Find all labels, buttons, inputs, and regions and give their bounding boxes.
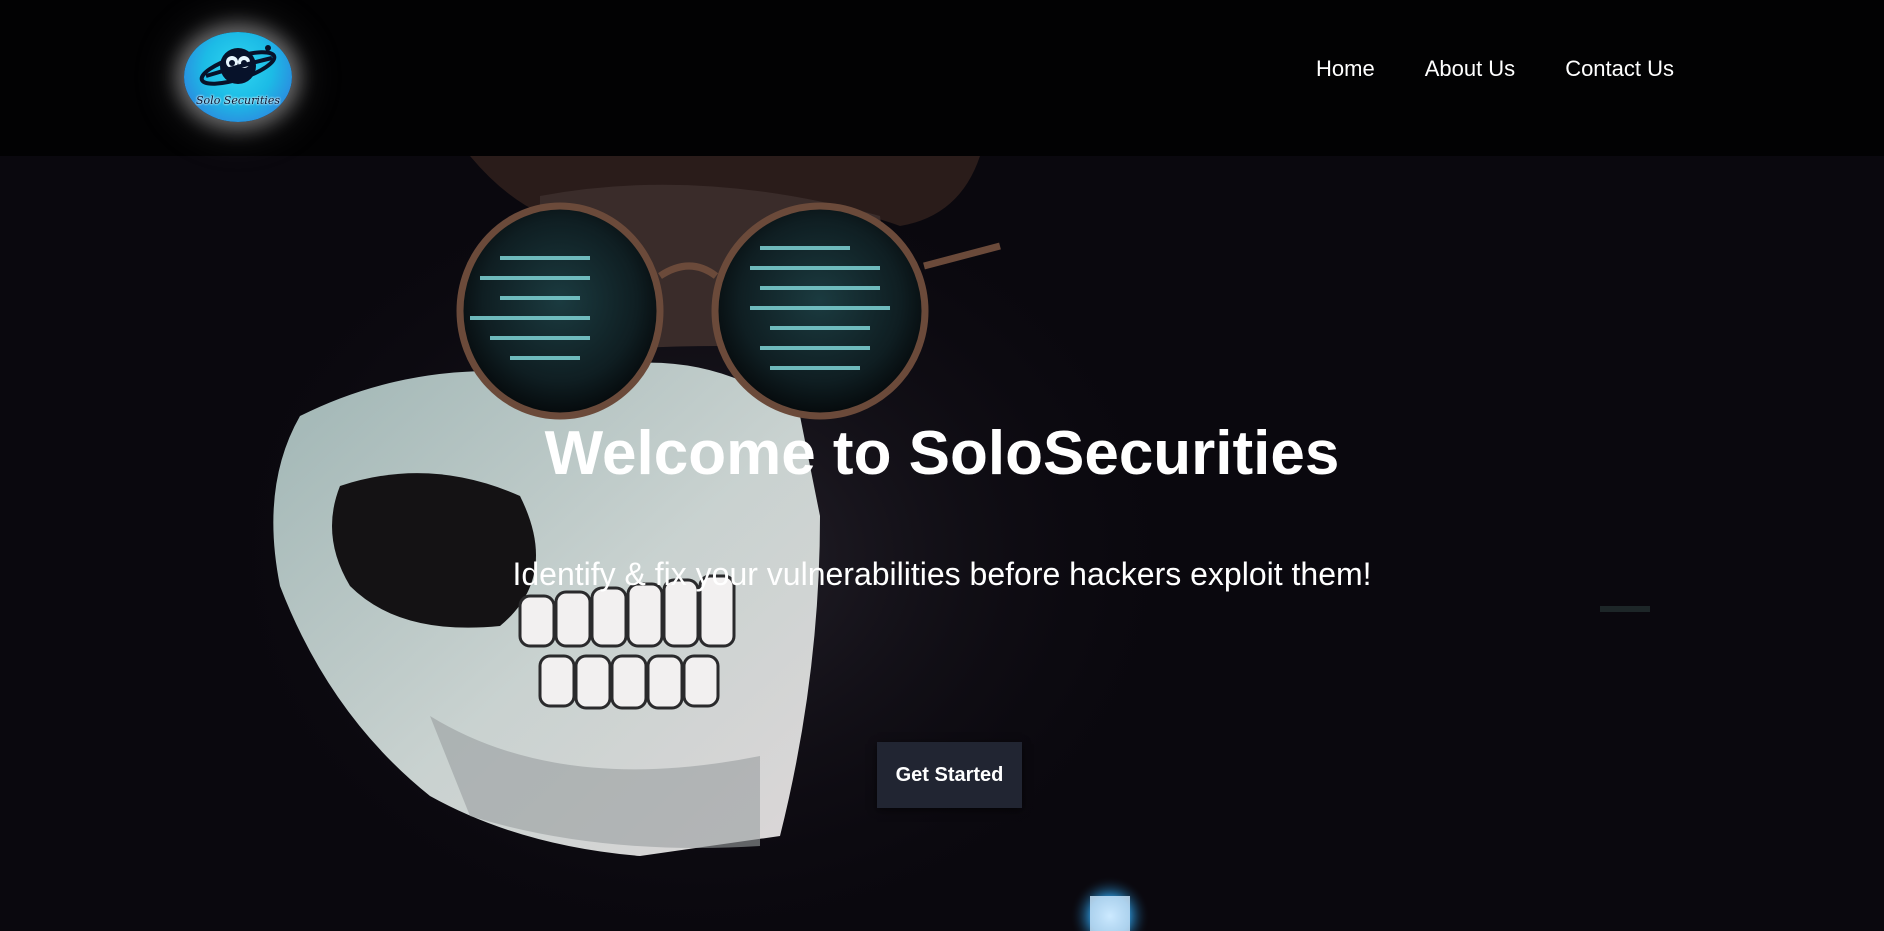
main-nav: Home About Us Contact Us: [1316, 56, 1674, 82]
hero-section: Welcome to SoloSecurities Identify & fix…: [0, 156, 1884, 931]
hero-subtitle: Identify & fix your vulnerabilities befo…: [512, 556, 1372, 592]
nav-contact-us[interactable]: Contact Us: [1565, 56, 1674, 82]
nav-about-us[interactable]: About Us: [1425, 56, 1516, 82]
nav-home[interactable]: Home: [1316, 56, 1375, 82]
logo[interactable]: Solo Securities: [184, 32, 292, 122]
logo-text: Solo Securities: [196, 94, 280, 107]
get-started-button[interactable]: Get Started: [877, 742, 1022, 808]
hero-title: Welcome to SoloSecurities: [544, 419, 1340, 488]
hero-background-image: [0, 156, 1884, 931]
planet-icon: [199, 45, 277, 86]
site-header: Solo Securities Home About Us Contact Us: [0, 0, 1884, 156]
